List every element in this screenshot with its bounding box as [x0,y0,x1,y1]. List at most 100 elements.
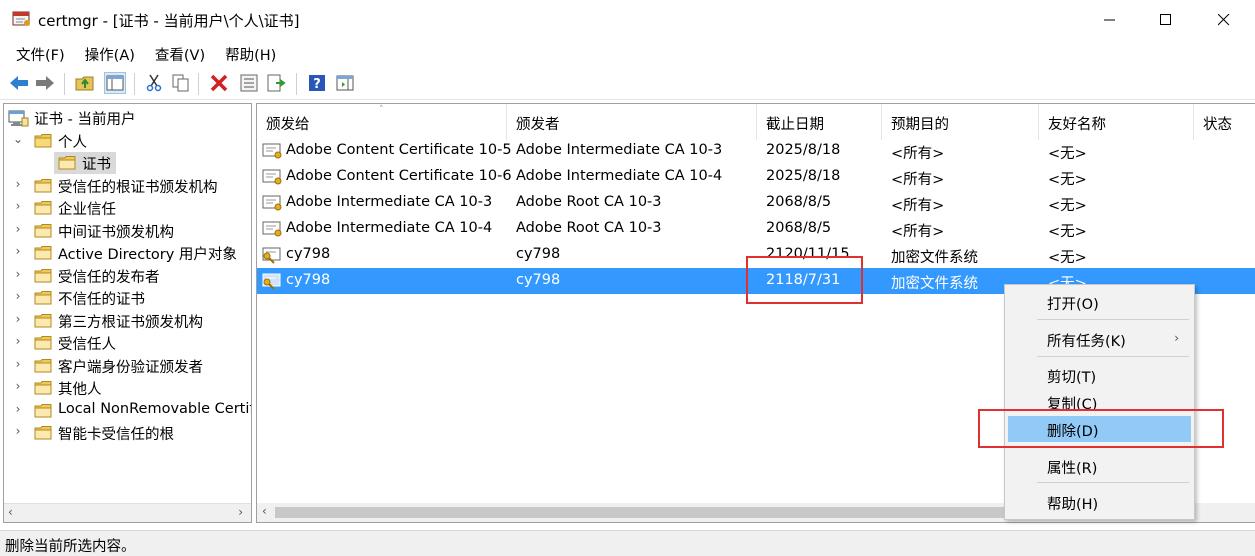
tree-item-intermediate-ca[interactable]: › 中间证书颁发机构 [4,220,249,242]
cell-issued-by: Adobe Root CA 10-3 [516,220,662,236]
chevron-right-icon[interactable]: › [12,379,24,393]
certificate-key-icon [262,247,281,264]
context-menu-cut[interactable]: 剪切(T) [1008,362,1191,388]
properties-icon [240,74,258,92]
certificate-store-icon [8,110,29,127]
chevron-right-icon[interactable]: › [12,357,24,371]
chevron-right-icon[interactable]: › [12,312,24,326]
chevron-down-icon[interactable]: ⌄ [12,132,24,146]
minimize-button[interactable] [1083,0,1137,40]
toolbar-separator [296,73,297,95]
copy-button[interactable] [170,72,192,94]
maximize-button[interactable] [1139,0,1193,40]
context-menu-all-tasks[interactable]: 所有任务(K) › [1008,326,1191,352]
column-header-intended-purposes[interactable]: 预期目的 [882,104,1039,140]
help-button[interactable]: ? [306,72,328,94]
folder-icon [34,201,52,215]
close-button[interactable] [1197,0,1251,40]
table-row[interactable]: Adobe Intermediate CA 10-3 Adobe Root CA… [257,190,1255,216]
action-pane-button[interactable] [334,72,356,94]
menu-help[interactable]: 帮助(H) [215,40,286,66]
export-list-button[interactable] [266,72,288,94]
maximize-icon [1160,14,1171,25]
cell-friendly-name: <无> [1048,250,1087,266]
cell-issued-to: Adobe Content Certificate 10-5 [286,142,512,158]
menu-action[interactable]: 操作(A) [75,40,145,66]
scroll-left-icon[interactable]: ‹ [262,504,267,518]
status-text: 删除当前所选内容。 [5,539,136,555]
column-header-status[interactable]: 状态 [1194,104,1255,140]
table-row[interactable]: Adobe Content Certificate 10-6 Adobe Int… [257,164,1255,190]
chevron-right-icon[interactable]: › [12,334,24,348]
column-header-label: 预期目的 [891,117,949,133]
chevron-right-icon[interactable]: › [12,424,24,438]
chevron-right-icon[interactable]: › [12,289,24,303]
tree-item-trusted-people[interactable]: › 受信任人 [4,332,249,354]
scroll-right-icon[interactable]: › [238,505,243,519]
chevron-right-icon[interactable]: › [12,199,24,213]
cell-issued-to: cy798 [286,272,331,288]
delete-button[interactable] [208,72,230,94]
table-row[interactable]: Adobe Content Certificate 10-5 Adobe Int… [257,138,1255,164]
cut-button[interactable] [143,72,165,94]
chevron-right-icon[interactable]: › [12,402,24,416]
tree-item-label: 中间证书颁发机构 [58,225,174,241]
tree-item-client-auth-issuers[interactable]: › 客户端身份验证颁发者 [4,355,249,377]
tree-pane[interactable]: 证书 - 当前用户 ⌄ 个人 证书 › 受信任的根证书颁发机构 › 企业信任 ›… [3,103,252,523]
context-menu: 打开(O) 所有任务(K) › 剪切(T) 复制(C) 删除(D) 属性(R) … [1004,284,1195,520]
cell-purpose: 加密文件系统 [891,276,978,292]
tree-item-certificates[interactable]: 证书 [4,152,249,174]
context-menu-open[interactable]: 打开(O) [1008,289,1191,315]
column-header-issued-to[interactable]: ˄ 颁发给 [257,104,507,140]
back-button[interactable] [8,72,30,94]
certificate-icon [262,195,282,211]
scroll-left-icon[interactable]: ‹ [8,505,13,519]
svg-text:?: ? [313,77,321,92]
tree-item-third-party-root[interactable]: › 第三方根证书颁发机构 [4,310,249,332]
show-hide-tree-button[interactable] [104,72,126,94]
column-header-issued-by[interactable]: 颁发者 [507,104,757,140]
cell-purpose: <所有> [891,198,945,214]
properties-button[interactable] [238,72,260,94]
copy-icon [172,74,189,92]
tree-item-ad-user-object[interactable]: › Active Directory 用户对象 [4,242,249,264]
close-icon [1218,14,1230,26]
tree-item-label: 证书 - 当前用户 [34,112,136,128]
tree-item-personal[interactable]: ⌄ 个人 [4,130,249,152]
context-menu-label: 所有任务(K) [1047,334,1126,350]
tree-item-label: 智能卡受信任的根 [58,427,174,443]
tree-item-enterprise-trust[interactable]: › 企业信任 [4,197,249,219]
context-menu-help[interactable]: 帮助(H) [1008,489,1191,515]
tree-item-local-nonremovable[interactable]: › Local NonRemovable Certifi [4,400,251,422]
tree-item-trusted-publishers[interactable]: › 受信任的发布者 [4,265,249,287]
chevron-right-icon[interactable]: › [12,267,24,281]
tree-item-label: 第三方根证书颁发机构 [58,315,203,331]
tree-horizontal-scrollbar[interactable]: ‹ › [4,503,251,522]
column-header-friendly-name[interactable]: 友好名称 [1039,104,1194,140]
menu-view[interactable]: 查看(V) [145,40,215,66]
forward-button[interactable] [34,72,56,94]
chevron-right-icon[interactable]: › [12,222,24,236]
folder-icon [34,336,52,350]
column-header-expiration[interactable]: 截止日期 [757,104,882,140]
table-row[interactable]: Adobe Intermediate CA 10-4 Adobe Root CA… [257,216,1255,242]
context-menu-properties[interactable]: 属性(R) [1008,453,1191,479]
tree-item-root[interactable]: 证书 - 当前用户 [4,107,249,129]
up-folder-button[interactable] [74,72,96,94]
menu-file[interactable]: 文件(F) [6,40,75,66]
toolbar-separator [198,73,199,95]
cell-friendly-name: <无> [1048,172,1087,188]
cell-issued-by: Adobe Intermediate CA 10-4 [516,168,723,184]
tree-item-other-people[interactable]: › 其他人 [4,377,249,399]
menu-separator [1037,356,1189,357]
window-title: certmgr - [证书 - 当前用户\个人\证书] [38,12,300,30]
cell-expiry: 2025/8/18 [766,142,841,158]
tree-item-smart-card-root[interactable]: › 智能卡受信任的根 [4,422,249,444]
chevron-right-icon[interactable]: › [12,177,24,191]
tree-item-trusted-root[interactable]: › 受信任的根证书颁发机构 [4,175,249,197]
chevron-right-icon[interactable]: › [12,244,24,258]
scrollbar-thumb[interactable] [275,507,1005,518]
tree-item-untrusted[interactable]: › 不信任的证书 [4,287,249,309]
menu-separator [1037,319,1189,320]
certificate-icon [262,221,282,237]
